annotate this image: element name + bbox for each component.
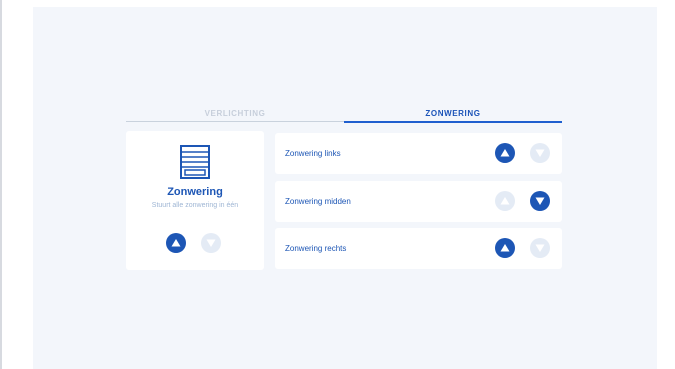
master-title: Zonwering xyxy=(167,186,223,198)
row-label: Zonwering rechts xyxy=(285,244,347,253)
triangle-up-icon xyxy=(500,197,510,205)
triangle-up-icon xyxy=(171,239,181,247)
row-label: Zonwering midden xyxy=(285,197,351,206)
row-label: Zonwering links xyxy=(285,149,341,158)
master-down-button[interactable] xyxy=(201,233,221,253)
blind-row-links: Zonwering links xyxy=(275,133,562,174)
triangle-down-icon xyxy=(206,239,216,247)
triangle-up-icon xyxy=(500,149,510,157)
triangle-up-icon xyxy=(500,244,510,252)
down-button-rechts[interactable] xyxy=(530,238,550,258)
tab-bar: VERLICHTING ZONWERING xyxy=(126,107,562,123)
tab-verlichting[interactable]: VERLICHTING xyxy=(126,107,344,122)
up-button-rechts[interactable] xyxy=(495,238,515,258)
master-up-button[interactable] xyxy=(166,233,186,253)
master-subtitle: Stuurt alle zonwering in één xyxy=(151,202,239,209)
triangle-down-icon xyxy=(535,244,545,252)
tab-zonwering[interactable]: ZONWERING xyxy=(344,107,562,123)
master-control-card: Zonwering Stuurt alle zonwering in één xyxy=(126,131,264,270)
blind-row-midden: Zonwering midden xyxy=(275,181,562,222)
blind-row-rechts: Zonwering rechts xyxy=(275,228,562,269)
down-button-midden[interactable] xyxy=(530,191,550,211)
window-blind-icon xyxy=(180,145,210,179)
up-button-links[interactable] xyxy=(495,143,515,163)
down-button-links[interactable] xyxy=(530,143,550,163)
triangle-down-icon xyxy=(535,197,545,205)
window-left-border xyxy=(0,0,2,369)
up-button-midden[interactable] xyxy=(495,191,515,211)
triangle-down-icon xyxy=(535,149,545,157)
